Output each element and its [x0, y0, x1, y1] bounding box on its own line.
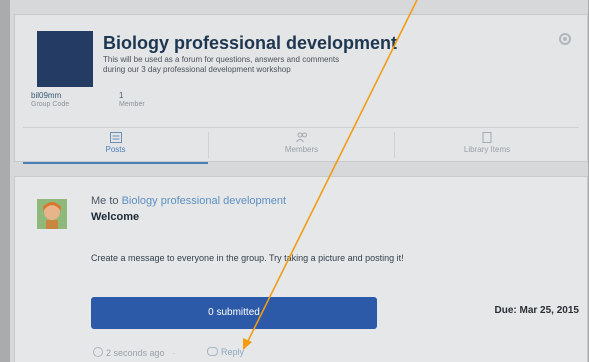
post-body: Create a message to everyone in the grou…: [91, 253, 404, 263]
group-avatar: [37, 31, 93, 87]
clock-icon: [93, 347, 103, 357]
member-label: Member: [119, 101, 145, 108]
posts-icon: [109, 132, 122, 143]
post-title: Welcome: [91, 211, 140, 223]
tab-library-items[interactable]: Library Items: [395, 128, 579, 162]
timestamp-text: 2 seconds ago: [106, 348, 165, 358]
post-sender: Me: [91, 195, 107, 207]
tab-posts[interactable]: Posts: [23, 128, 208, 164]
reply-label: Reply: [221, 347, 245, 357]
group-header-card: Biology professional development This wi…: [14, 14, 588, 164]
member-count: 1: [119, 91, 124, 100]
submissions-button[interactable]: 0 submitted: [91, 297, 377, 329]
tab-members-label: Members: [284, 145, 319, 154]
members-icon: [295, 132, 307, 143]
separator-dot: ·: [172, 348, 176, 358]
group-description: This will be used as a forum for questio…: [103, 55, 340, 74]
app-screen: Biology professional development This wi…: [10, 0, 588, 362]
gear-icon[interactable]: [557, 31, 573, 47]
library-icon: [482, 132, 492, 143]
tab-posts-label: Posts: [105, 145, 126, 154]
due-date: Due: Mar 25, 2015: [494, 305, 580, 316]
group-title: Biology professional development: [103, 33, 398, 53]
post-timestamp: 2 seconds ago ·: [93, 347, 184, 358]
post-to: to: [109, 195, 119, 207]
reply-icon: [207, 347, 218, 356]
post-recipient-link[interactable]: Biology professional development: [122, 195, 287, 207]
post-card: Me to Biology professional development W…: [14, 176, 588, 362]
group-code: bil09mm: [31, 91, 62, 100]
group-tabs: Posts Members Library Items: [23, 127, 579, 164]
reply-link[interactable]: Reply: [207, 347, 244, 357]
post-meta: Me to Biology professional development: [91, 195, 286, 207]
tab-library-items-label: Library Items: [463, 145, 511, 154]
avatar: [37, 199, 67, 229]
group-code-label: Group Code: [31, 101, 70, 108]
tab-members[interactable]: Members: [209, 128, 394, 162]
